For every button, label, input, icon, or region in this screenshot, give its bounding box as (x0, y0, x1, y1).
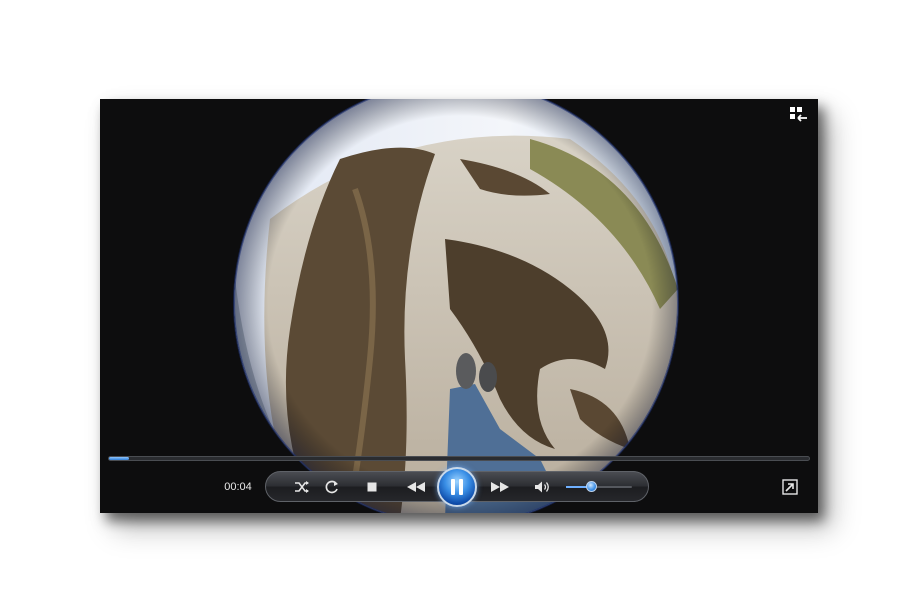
shuffle-icon (295, 480, 309, 493)
repeat-icon (325, 480, 338, 493)
video-display[interactable] (100, 99, 818, 513)
shuffle-button[interactable] (290, 472, 314, 501)
fast-forward-icon (491, 481, 509, 492)
stop-button[interactable] (359, 472, 385, 501)
stop-icon (367, 482, 377, 491)
pause-icon (451, 479, 463, 495)
seek-bar-progress (109, 457, 129, 460)
video-player-window: 00:04 (100, 99, 818, 513)
volume-slider-thumb[interactable] (585, 481, 597, 492)
volume-slider[interactable] (566, 481, 632, 492)
video-frame-image (233, 99, 679, 513)
previous-button[interactable] (394, 472, 438, 501)
speaker-icon (535, 481, 549, 492)
play-pause-button[interactable] (437, 467, 477, 507)
switch-to-library-icon (790, 107, 807, 122)
elapsed-time: 00:04 (224, 481, 252, 493)
seek-bar[interactable] (108, 456, 810, 461)
next-button[interactable] (478, 472, 522, 501)
repeat-button[interactable] (320, 472, 344, 501)
switch-to-library-button[interactable] (788, 105, 810, 125)
rewind-icon (407, 481, 425, 492)
fullscreen-button[interactable] (782, 479, 798, 495)
fullscreen-icon (782, 479, 798, 495)
mute-button[interactable] (530, 472, 556, 501)
